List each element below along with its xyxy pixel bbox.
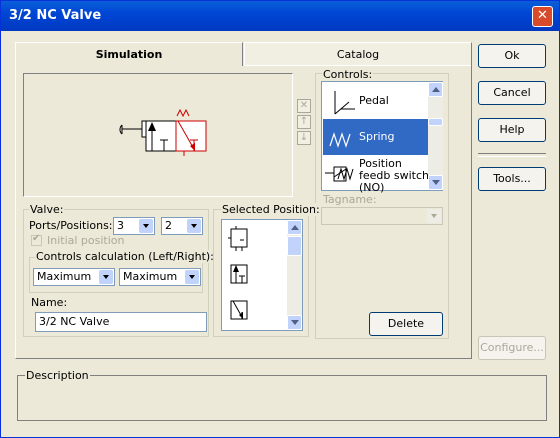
scroll-thumb[interactable] [287,236,302,256]
cancel-button[interactable]: Cancel [478,81,546,105]
left-calc-value: Maximum [37,270,92,283]
valve-symbol [119,108,207,156]
scroll-thumb[interactable] [428,118,443,126]
positions-combo[interactable]: 2 [161,217,203,235]
spring-icon [329,132,351,148]
right-calc-combo[interactable]: Maximum [119,268,201,286]
list-item-spring[interactable]: Spring [323,119,436,155]
window-title: 3/2 NC Valve [9,8,102,23]
close-icon: ✕ [537,8,548,23]
ports-combo[interactable]: 3 [113,217,155,235]
x-icon: ✕ [299,100,309,111]
help-button[interactable]: Help [478,118,546,142]
valve-label: Valve: [29,203,65,216]
ports-positions-label: Ports/Positions: [29,219,113,232]
chevron-down-icon[interactable] [185,270,199,284]
arrow-down-icon: ↓ [299,132,309,143]
scroll-up-button[interactable] [287,220,302,235]
position-icon-2[interactable] [228,262,252,288]
arrow-up-icon: ↑ [299,116,309,127]
chevron-down-icon[interactable] [139,219,153,233]
list-item-pedal[interactable]: Pedal [323,83,436,119]
selected-position-list[interactable] [221,219,303,331]
ok-button[interactable]: Ok [478,44,546,68]
left-calc-combo[interactable]: Maximum [33,268,115,286]
description-group [17,375,547,421]
tagname-label: Tagname: [322,193,378,206]
controls-label: Controls: [322,68,374,81]
delete-button[interactable]: Delete [369,312,443,336]
check-icon: ✔ [32,233,41,244]
right-calc-value: Maximum [123,270,178,283]
chevron-down-icon[interactable] [99,270,113,284]
name-value: 3/2 NC Valve [39,315,110,328]
name-input[interactable]: 3/2 NC Valve [35,312,207,332]
position-icon-1[interactable] [228,226,252,252]
divider [478,153,546,157]
position-icon-3[interactable] [228,298,252,324]
move-down-button[interactable]: ↓ [297,131,311,145]
tagname-combo [321,207,443,225]
switch-icon [325,166,354,182]
chevron-down-icon[interactable] [187,219,201,233]
move-up-button[interactable]: ↑ [297,115,311,129]
list-item-position-feedback[interactable]: Position feedb switch (NO) [323,155,436,194]
controls-scrollbar[interactable] [428,82,443,190]
name-label: Name: [31,296,68,309]
selected-position-label: Selected Position: [221,203,321,216]
tab-simulation[interactable]: Simulation [15,42,243,66]
description-label: Description [25,369,90,382]
configure-button: Configure... [478,336,546,360]
position-scrollbar[interactable] [287,220,302,330]
chevron-down-icon [427,209,441,223]
controls-calc-label: Controls calculation (Left/Right): [35,250,215,263]
scroll-down-button[interactable] [287,315,302,330]
close-button[interactable]: ✕ [532,6,553,27]
title-bar: 3/2 NC Valve ✕ [1,1,559,31]
scroll-up-button[interactable] [428,82,443,97]
tab-catalog[interactable]: Catalog [244,42,472,66]
position-feedback-label: Position feedb switch (NO) [359,157,429,194]
ports-value: 3 [117,219,124,232]
remove-control-button[interactable]: ✕ [297,99,311,113]
initial-position-label: Initial position [47,234,125,247]
tools-button[interactable]: Tools... [478,167,546,191]
initial-position-checkbox[interactable]: ✔ [31,233,42,246]
dialog-window: 3/2 NC Valve ✕ Simulation Catalog ✕ ↑ ↓ … [0,0,560,438]
spring-label: Spring [359,130,395,143]
controls-list[interactable]: Pedal Spring Position feedb switch (NO) [321,81,443,194]
pedal-icon [334,91,355,115]
scroll-down-button[interactable] [428,175,443,190]
pedal-label: Pedal [359,94,389,107]
positions-value: 2 [165,219,172,232]
valve-preview [23,73,293,197]
